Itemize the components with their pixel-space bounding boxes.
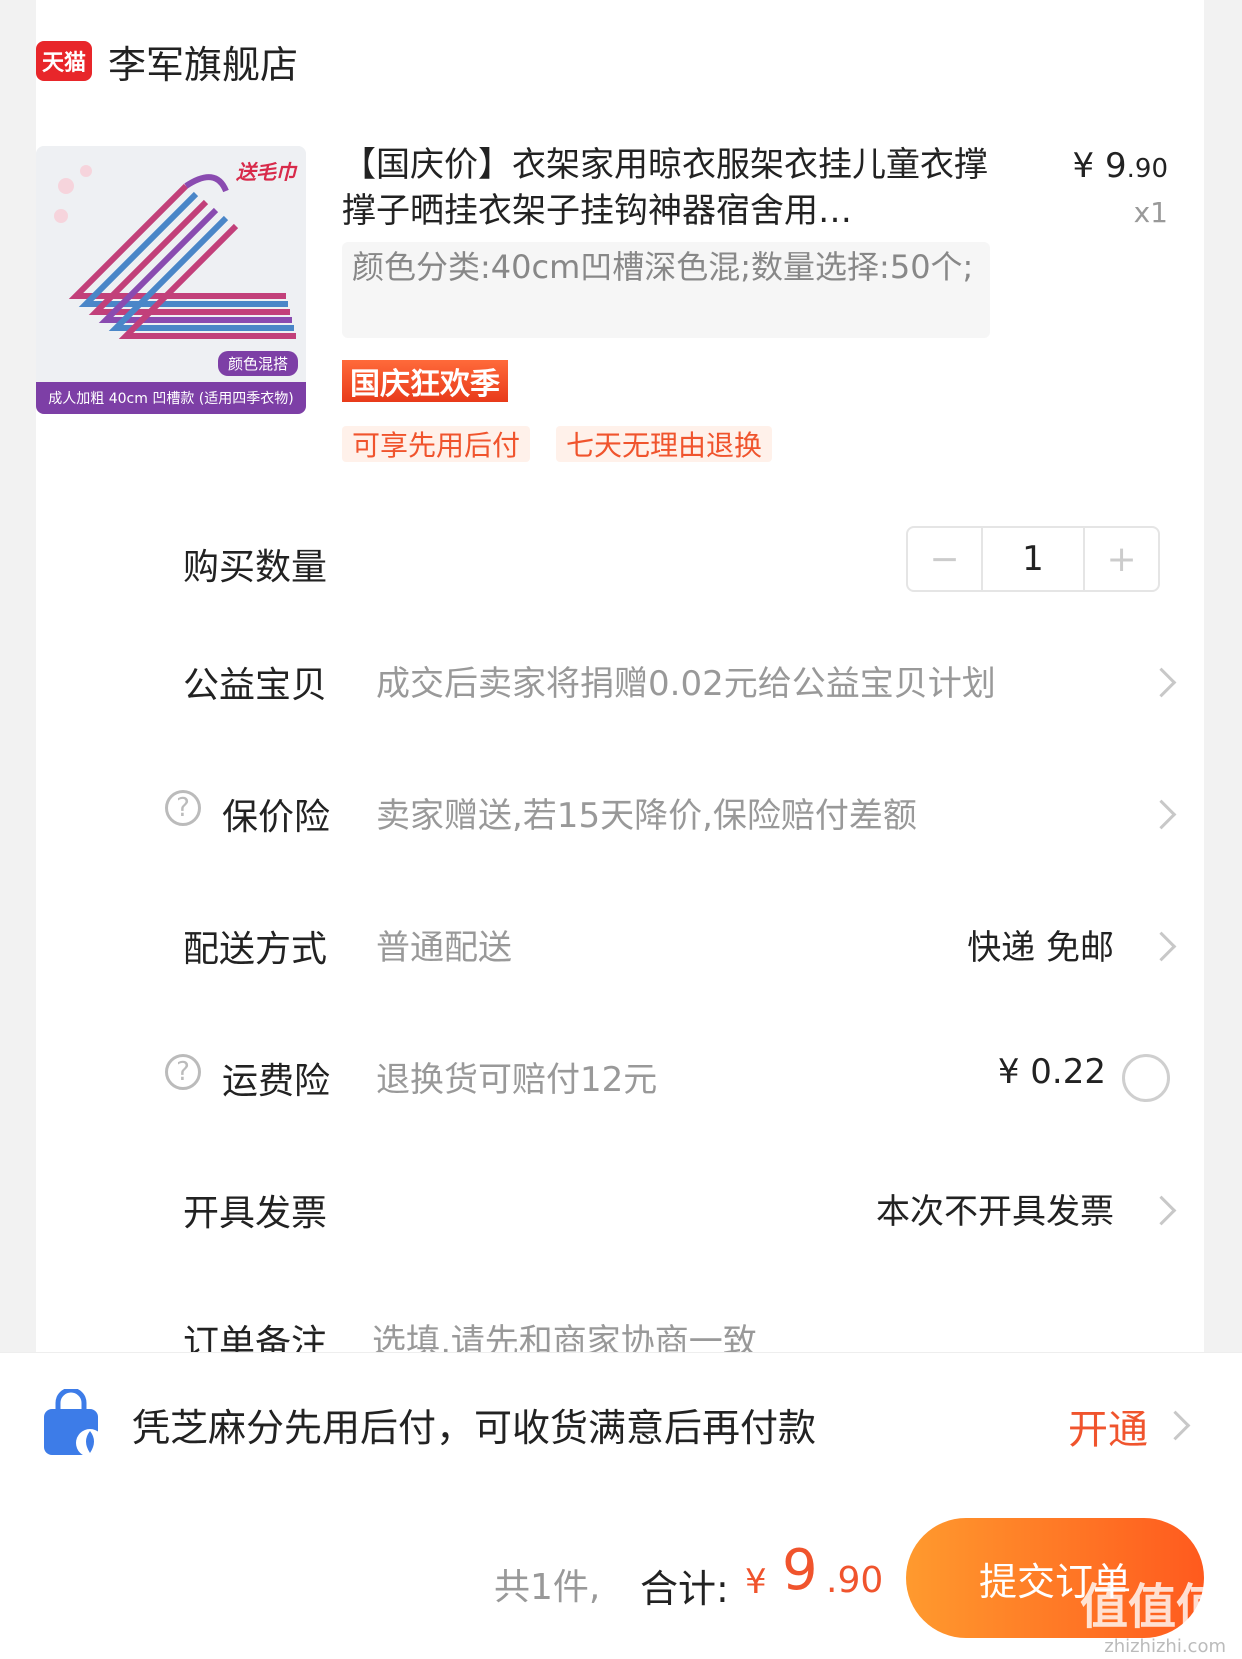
product-image[interactable]: 送毛巾 颜色混搭 成人加粗 40cm 凹槽款 (适用四季衣物) <box>36 146 306 414</box>
price-symbol: ¥ <box>1072 146 1095 186</box>
image-tag-gift: 送毛巾 <box>236 160 296 184</box>
price-integer: 9 <box>1105 146 1127 186</box>
sku-selection[interactable]: 颜色分类:40cm凹槽深色混;数量选择:50个; <box>342 242 990 338</box>
decrement-button[interactable]: − <box>908 528 981 590</box>
price-protection-label: 保价险 <box>222 797 331 838</box>
watermark-url: zhizhizhi.com <box>1104 1636 1226 1657</box>
chevron-right-icon <box>1146 1195 1177 1226</box>
total-symbol: ¥ <box>745 1562 767 1602</box>
image-tag-spec: 成人加粗 40cm 凹槽款 (适用四季衣物) <box>36 382 306 414</box>
order-note-label: 订单备注 <box>183 1323 328 1352</box>
total-integer: 9 <box>782 1538 818 1603</box>
total-decimal: .90 <box>826 1560 884 1601</box>
delivery-value: 普通配送 <box>376 928 512 968</box>
pay-later-text: 凭芝麻分先用后付，可收货满意后再付款 <box>132 1406 817 1450</box>
help-icon[interactable]: ? <box>165 790 201 826</box>
invoice-value: 本次不开具发票 <box>876 1192 1114 1232</box>
invoice-label: 开具发票 <box>183 1193 328 1234</box>
store-header[interactable]: 天猫 李军旗舰店 <box>36 38 298 87</box>
shipping-insurance-value: 退换货可赔付12元 <box>376 1060 658 1100</box>
tag-pay-later: 可享先用后付 <box>342 426 531 462</box>
price-decimal: .90 <box>1126 154 1168 184</box>
total-label: 合计: <box>640 1567 729 1611</box>
item-count: 共1件, <box>494 1567 601 1608</box>
charity-row[interactable]: 公益宝贝 成交后卖家将捐赠0.02元给公益宝贝计划 <box>0 656 1242 716</box>
chevron-right-icon <box>1146 667 1177 698</box>
shopping-bag-icon <box>44 1389 104 1457</box>
product-quantity: x1 <box>1133 196 1168 229</box>
store-name[interactable]: 李军旗舰店 <box>108 34 298 89</box>
delivery-row[interactable]: 配送方式 普通配送 快递 免邮 <box>0 920 1242 980</box>
quantity-stepper[interactable]: − 1 + <box>906 526 1160 592</box>
product-price: ¥ 9.90 <box>1073 146 1168 186</box>
shipping-insurance-radio[interactable] <box>1122 1054 1170 1102</box>
invoice-row[interactable]: 开具发票 本次不开具发票 <box>0 1184 1242 1244</box>
tmall-logo: 天猫 <box>36 41 92 81</box>
quantity-value[interactable]: 1 <box>980 528 1086 590</box>
shipping-insurance-price: ¥ 0.22 <box>997 1052 1106 1092</box>
charity-value: 成交后卖家将捐赠0.02元给公益宝贝计划 <box>376 664 996 704</box>
delivery-method: 快递 免邮 <box>967 928 1114 968</box>
chevron-right-icon <box>1146 799 1177 830</box>
checkout-footer: 共1件, 合计: ¥ 9 .90 提交订单 值值值 zhizhizhi.com <box>0 1502 1242 1659</box>
quantity-label: 购买数量 <box>183 547 328 588</box>
promo-badge: 国庆狂欢季 <box>342 360 508 402</box>
delivery-label: 配送方式 <box>183 929 328 970</box>
help-icon[interactable]: ? <box>165 1054 201 1090</box>
activate-link[interactable]: 开通 <box>1068 1397 1148 1455</box>
product-title[interactable]: 【国庆价】衣架家用晾衣服架衣挂儿童衣撑撑子晒挂衣架子挂钩神器宿舍用… <box>342 142 1012 234</box>
shipping-insurance-row: ? 运费险 退换货可赔付12元 ¥ 0.22 <box>0 1052 1242 1112</box>
shipping-insurance-label: 运费险 <box>222 1061 331 1102</box>
price-protection-row[interactable]: ? 保价险 卖家赠送,若15天降价,保险赔付差额 <box>0 788 1242 848</box>
price-protection-value: 卖家赠送,若15天降价,保险赔付差额 <box>376 796 917 836</box>
pay-later-banner[interactable]: 凭芝麻分先用后付，可收货满意后再付款 开通 <box>0 1352 1242 1503</box>
chevron-right-icon <box>1146 931 1177 962</box>
charity-label: 公益宝贝 <box>183 665 328 706</box>
order-note-row[interactable]: 订单备注 选填,请先和商家协商一致 <box>0 1312 1242 1352</box>
watermark-logo: 值值值 <box>1079 1579 1224 1635</box>
order-note-input[interactable]: 选填,请先和商家协商一致 <box>372 1314 757 1352</box>
chevron-right-icon <box>1160 1410 1191 1441</box>
tag-free-return: 七天无理由退换 <box>556 426 773 462</box>
increment-button[interactable]: + <box>1085 528 1158 590</box>
image-tag-color: 颜色混搭 <box>217 351 298 376</box>
